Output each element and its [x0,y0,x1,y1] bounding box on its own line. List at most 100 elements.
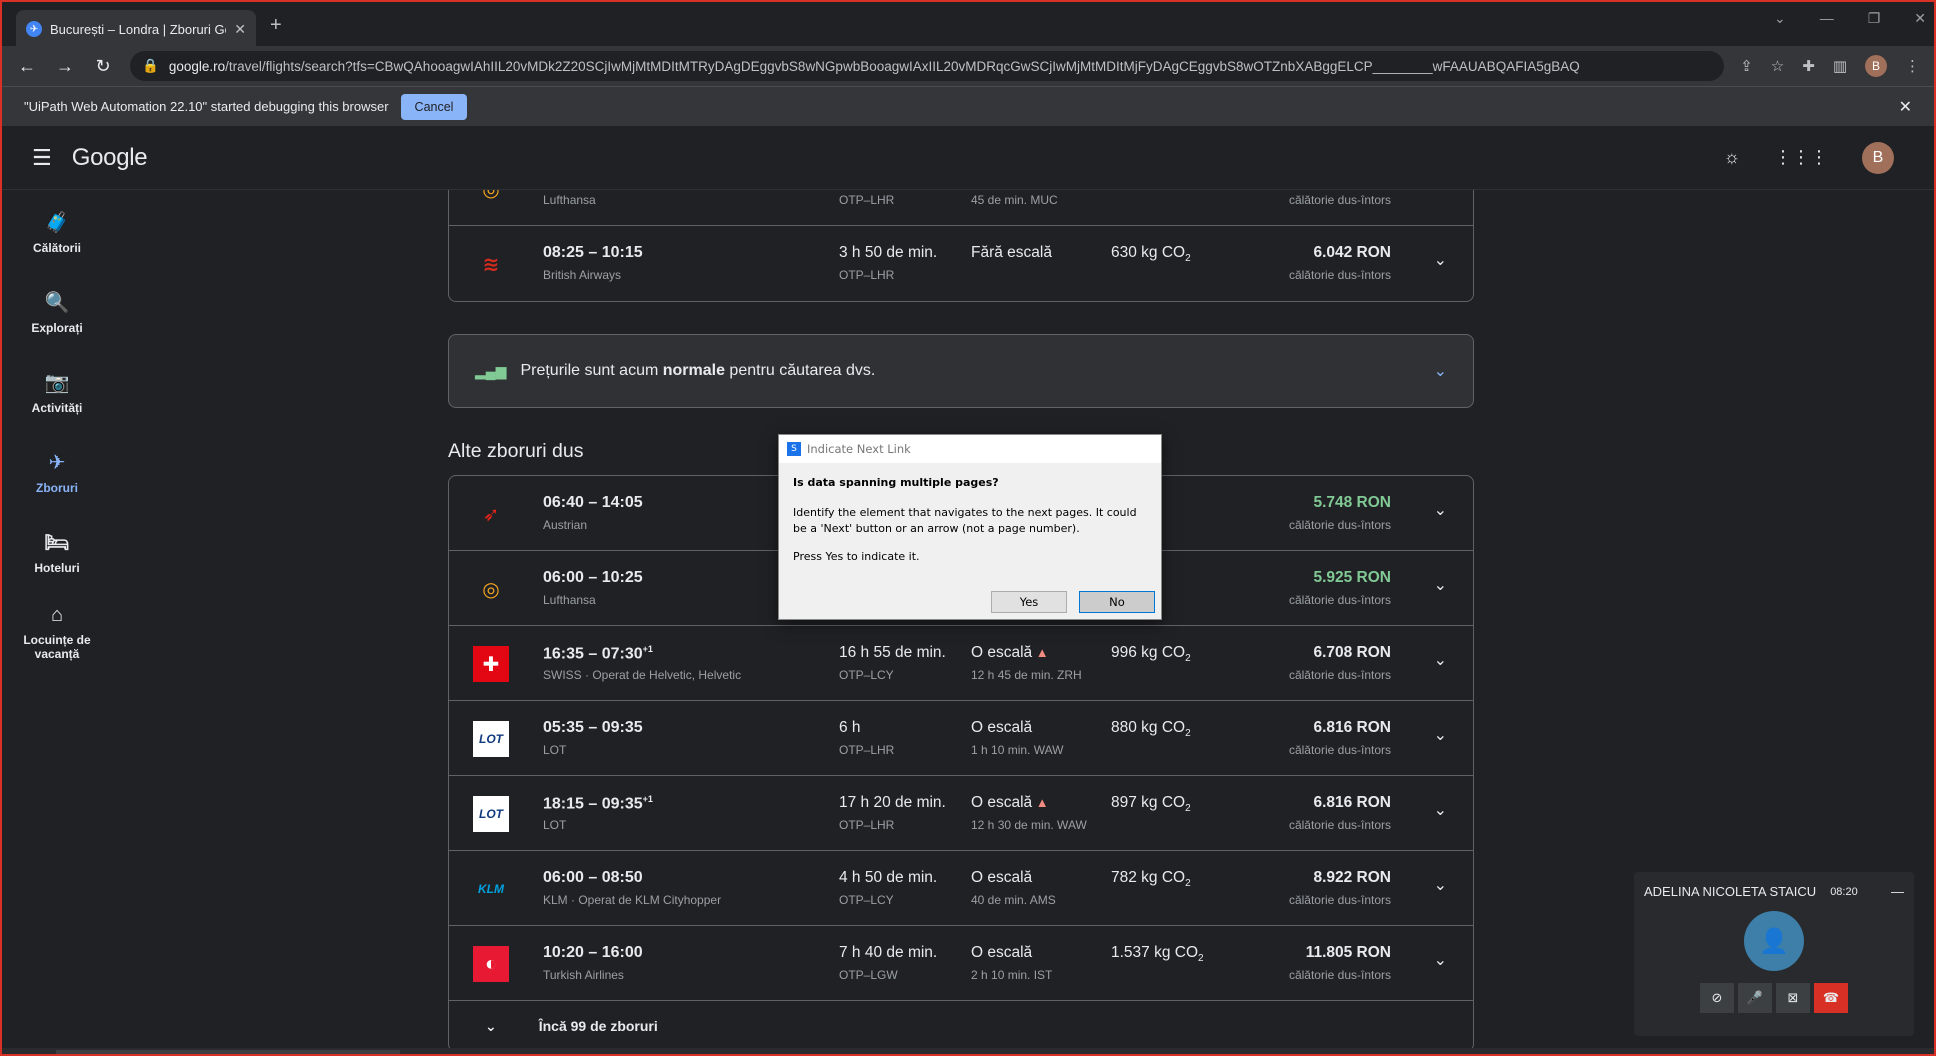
account-avatar[interactable]: B [1862,141,1894,174]
restore-icon[interactable]: ❐ [1868,10,1881,27]
flight-times: 08:25 – 10:15 [543,244,643,261]
flight-times: 06:00 – 08:50 [543,869,643,886]
close-tab-icon[interactable]: ✕ [234,21,246,38]
no-button[interactable]: No [1079,591,1155,613]
minimize-icon[interactable]: — [1820,10,1834,27]
more-flights-button[interactable]: ⌄ Încă 99 de zboruri [449,1001,1473,1051]
luggage-icon: 🧳 [44,211,70,234]
camera-icon: 📷 [44,371,70,394]
expand-chevron-icon[interactable]: ⌄ [1434,361,1447,381]
rail-item-3[interactable]: ✈ Zboruri [12,432,102,512]
forward-icon[interactable]: → [54,56,76,77]
airline-logo-icon: ◎ [482,578,500,601]
extensions-puzzle-icon[interactable]: ✚ [1802,57,1815,75]
expand-chevron-icon[interactable]: ⌄ [1434,875,1447,895]
share-screen-icon[interactable]: ⊠ [1776,983,1810,1013]
flight-stops: O escală ▲ [971,794,1049,811]
flight-route: OTP–LHR [839,743,895,757]
airline-logo-icon: ✚ [473,646,509,682]
flight-row[interactable]: ≋ 08:25 – 10:15 British Airways 3 h 50 de m… [449,226,1473,301]
flight-row[interactable]: ◎ Lufthansa OTP–LHR 45 de min. MUC călătorie… [449,190,1473,226]
co2-emissions: 880 kg CO2 [1111,719,1191,740]
google-logo[interactable]: Google [72,144,148,172]
camera-off-icon[interactable]: ⊘ [1700,983,1734,1013]
menu-kebab-icon[interactable]: ⋮ [1905,57,1920,75]
flight-row[interactable]: LOT 18:15 – 09:35+1 LOT 17 h 20 de min. OTP–… [449,776,1473,851]
expand-chevron-icon[interactable]: ⌄ [1434,250,1447,270]
flight-route: OTP–LHR [839,193,895,207]
google-header: ☰ Google ☼ ⋮⋮⋮ B [2,126,1934,190]
theme-brightness-icon[interactable]: ☼ [1724,147,1741,168]
expand-chevron-icon[interactable]: ⌄ [1434,950,1447,970]
flight-row[interactable]: LOT 05:35 – 09:35 LOT 6 h OTP–LHR O escală 1 h… [449,701,1473,776]
new-tab-icon[interactable]: + [270,14,282,37]
left-nav-rail: 🧳 Călătorii 🔍 Explorați 📷 Activități ✈ Zboruri 🛏… [12,192,102,672]
main-menu-icon[interactable]: ☰ [32,145,52,171]
flight-route: OTP–LHR [839,268,895,282]
rail-item-4[interactable]: 🛏 Hoteluri [12,512,102,592]
apps-grid-icon[interactable]: ⋮⋮⋮ [1774,147,1828,168]
co2-emissions: 996 kg CO2 [1111,644,1191,665]
flight-times: 05:35 – 09:35 [543,719,643,736]
co2-emissions: 1.537 kg CO2 [1111,944,1204,965]
airline-name: Turkish Airlines [543,968,624,982]
expand-chevron-icon[interactable]: ⌄ [1434,500,1447,520]
microphone-icon[interactable]: 🎤 [1738,983,1772,1013]
stop-detail: 12 h 30 de min. WAW [971,818,1087,832]
url-path: /travel/flights/search?tfs=CBwQAhooagwIA… [225,58,1580,74]
flight-route: OTP–LGW [839,968,898,982]
caller-avatar: 👤 [1744,911,1804,971]
chevron-down-icon: ⌄ [485,1017,497,1034]
cancel-debugging-button[interactable]: Cancel [400,93,468,120]
airline-name: KLM · Operat de KLM Cityhopper [543,893,722,907]
minimize-call-icon[interactable]: — [1891,884,1904,899]
co2-emissions: 782 kg CO2 [1111,869,1191,890]
rail-item-0[interactable]: 🧳 Călătorii [12,192,102,272]
profile-avatar[interactable]: B [1865,55,1887,77]
expand-chevron-icon[interactable]: ⌄ [1434,190,1447,195]
reload-icon[interactable]: ↻ [92,56,114,77]
uipath-icon: S [787,442,801,456]
url-host: google.ro [168,58,226,74]
dialog-title-bar: S Indicate Next Link [779,435,1161,463]
yes-button[interactable]: Yes [991,591,1067,613]
flight-row[interactable]: KLM 06:00 – 08:50 KLM · Operat de KLM City… [449,851,1473,926]
tab-search-icon[interactable]: ⌄ [1774,10,1786,27]
rail-item-1[interactable]: 🔍 Explorați [12,272,102,352]
scrollbar-thumb[interactable] [56,1050,400,1054]
call-widget: ADELINA NICOLETA STAICU 08:20 — 👤 ⊘ 🎤 ⊠ … [1634,872,1914,1036]
flight-row[interactable]: ◐ 10:20 – 16:00 Turkish Airlines 7 h 40 de … [449,926,1473,1001]
price-insight-panel[interactable]: ▂▄▆ Prețurile sunt acum normale pentru c… [448,334,1474,408]
flight-duration: 6 h [839,719,861,736]
expand-chevron-icon[interactable]: ⌄ [1434,650,1447,670]
price-type: călătorie dus-întors [1288,268,1391,282]
airline-logo-icon: ≋ [482,253,500,276]
stop-detail: 40 de min. AMS [971,893,1056,907]
expand-chevron-icon[interactable]: ⌄ [1434,575,1447,595]
warning-icon: ▲ [1032,795,1049,810]
browser-tab[interactable]: ✈ București – Londra | Zboruri Goo ✕ [16,10,256,48]
horizontal-scrollbar[interactable] [2,1048,1934,1054]
close-window-icon[interactable]: ✕ [1914,10,1926,27]
address-bar[interactable]: 🔒 google.ro/travel/flights/search?tfs=CB… [130,51,1725,81]
airline-name: Lufthansa [543,193,596,207]
end-call-icon[interactable]: ☎ [1814,983,1848,1013]
flight-price: 11.805 RON [1305,944,1391,961]
flight-price: 6.708 RON [1313,644,1391,661]
rail-item-5[interactable]: ⌂ Locuințe de vacanță [12,592,102,672]
flight-stops: O escală ▲ [971,644,1049,661]
dialog-title: Indicate Next Link [807,442,911,456]
expand-chevron-icon[interactable]: ⌄ [1434,800,1447,820]
flight-row[interactable]: ✚ 16:35 – 07:30+1 SWISS · Operat de Helvet… [449,626,1473,701]
back-icon[interactable]: ← [16,56,38,77]
bookmark-star-icon[interactable]: ☆ [1771,57,1784,75]
expand-chevron-icon[interactable]: ⌄ [1434,725,1447,745]
side-panel-icon[interactable]: ▥ [1833,57,1847,75]
explore-icon: 🔍 [44,291,70,314]
rail-item-2[interactable]: 📷 Activități [12,352,102,432]
flight-price: 6.816 RON [1313,719,1391,736]
share-icon[interactable]: ⇪ [1740,57,1753,75]
flight-times: 10:20 – 16:00 [543,944,643,961]
close-infobar-icon[interactable]: ✕ [1899,97,1912,117]
airline-name: Austrian [543,518,588,532]
